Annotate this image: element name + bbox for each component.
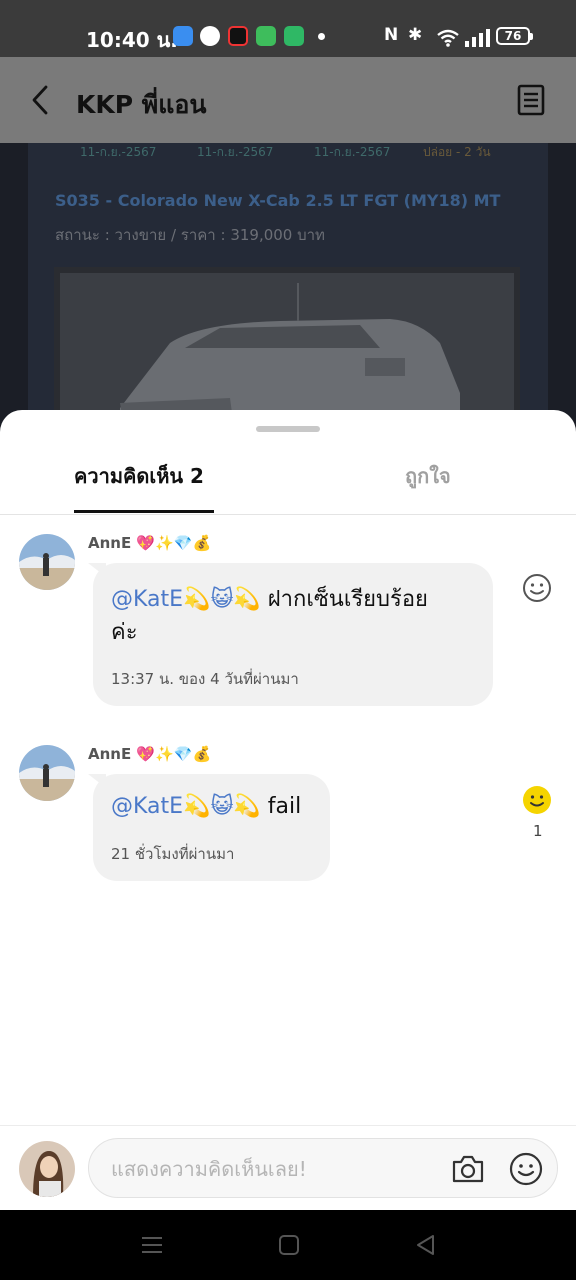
add-reaction-icon[interactable]	[522, 573, 552, 603]
message-notification-icon	[256, 26, 276, 46]
comment-body: ฝากเซ็นเรียบร้อย	[260, 587, 428, 612]
comment-bubble[interactable]: @KatE💫😺💫 ฝากเซ็นเรียบร้อย ค่ะ 13:37 น. ข…	[93, 563, 493, 706]
system-nav-bar	[0, 1210, 576, 1280]
avatar[interactable]	[19, 534, 75, 590]
post-date: 11-ก.ย.-2567	[197, 145, 274, 159]
car-title: S035 - Colorado New X-Cab 2.5 LT FGT (MY…	[55, 191, 501, 210]
active-tab-indicator	[74, 510, 214, 513]
comment-input[interactable]	[111, 1153, 431, 1185]
status-time: 10:40 น.	[86, 28, 178, 52]
tab-divider	[0, 514, 576, 515]
comment-timestamp: 21 ชั่วโมงที่ผ่านมา	[111, 845, 235, 863]
battery-app-notification-icon	[284, 26, 304, 46]
comment-body: fail	[260, 794, 302, 819]
post-date: 11-ก.ย.-2567	[314, 145, 391, 159]
status-bar: 10:40 น. N ✱ 76	[0, 0, 576, 57]
comment-input-bar	[0, 1125, 576, 1210]
menu-nav-icon[interactable]	[139, 1232, 165, 1258]
comments-sheet: ความคิดเห็น 2 ถูกใจ AnnE 💖✨💎💰 @KatE💫😺💫 ฝ…	[0, 410, 576, 1210]
tab-comments[interactable]: ความคิดเห็น 2	[74, 460, 204, 492]
comment-author: AnnE 💖✨💎💰	[88, 745, 212, 763]
comment-author: AnnE 💖✨💎💰	[88, 534, 212, 552]
post-date: 11-ก.ย.-2567	[80, 145, 157, 159]
home-nav-icon[interactable]	[276, 1232, 302, 1258]
signal-icon	[465, 29, 490, 47]
comment-input-field[interactable]	[88, 1138, 558, 1198]
comment-bubble[interactable]: @KatE💫😺💫 fail 21 ชั่วโมงที่ผ่านมา	[93, 774, 330, 881]
app-notification-icon	[173, 26, 193, 46]
car-status: สถานะ : วางขาย / ราคา : 319,000 บาท	[55, 226, 325, 244]
chat-header: KKP พี่แอน	[0, 57, 576, 143]
comment-timestamp: 13:37 น. ของ 4 วันที่ผ่านมา	[111, 670, 299, 688]
tiktok-notification-icon	[228, 26, 248, 46]
notes-icon[interactable]	[514, 83, 548, 117]
post-date: ปล่อย - 2 วัน	[423, 145, 491, 159]
smile-reaction-icon[interactable]	[522, 785, 552, 815]
wifi-icon	[437, 29, 459, 47]
reaction-count: 1	[533, 822, 543, 840]
battery-indicator: 76	[496, 27, 533, 45]
more-notifications-dot	[318, 33, 325, 40]
back-nav-icon[interactable]	[413, 1232, 439, 1258]
user-mention[interactable]: @KatE💫😺💫	[111, 794, 261, 819]
user-mention[interactable]: @KatE💫😺💫	[111, 587, 261, 612]
bluetooth-icon: ✱	[408, 25, 423, 45]
avatar[interactable]	[19, 745, 75, 801]
background-post: 11-ก.ย.-2567 11-ก.ย.-2567 11-ก.ย.-2567 ป…	[0, 143, 576, 443]
line-notification-icon	[200, 26, 220, 46]
emoji-picker-icon[interactable]	[509, 1152, 543, 1186]
nfc-icon: N	[384, 25, 399, 45]
comment-body-continued: ค่ะ	[111, 620, 138, 645]
comment-text: @KatE💫😺💫 fail	[111, 790, 326, 823]
sheet-drag-handle[interactable]	[256, 426, 320, 432]
chat-title: KKP พี่แอน	[76, 90, 207, 119]
camera-icon[interactable]	[451, 1153, 485, 1185]
comment-text: @KatE💫😺💫 ฝากเซ็นเรียบร้อย ค่ะ	[111, 583, 481, 649]
tab-likes[interactable]: ถูกใจ	[405, 460, 451, 492]
my-avatar[interactable]	[19, 1141, 75, 1197]
back-arrow-icon[interactable]	[24, 83, 58, 117]
